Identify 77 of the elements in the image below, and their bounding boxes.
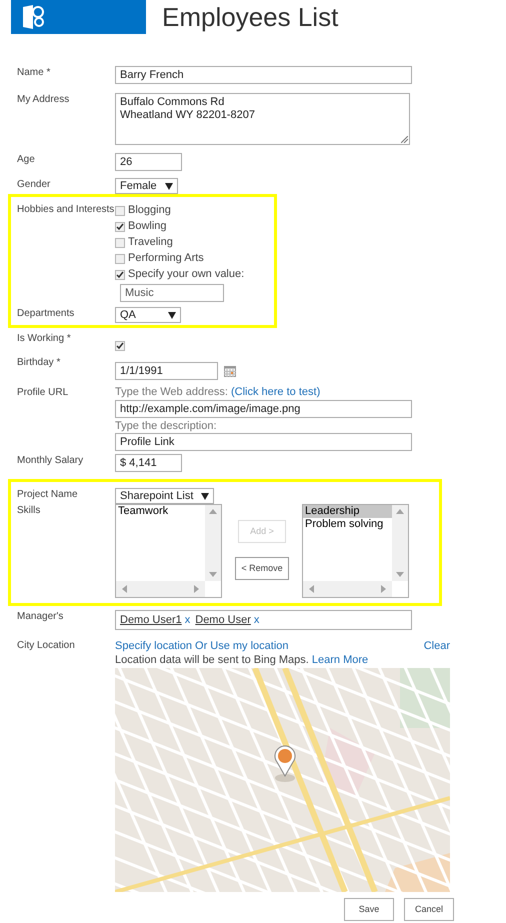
remove-person[interactable]: x: [254, 612, 260, 628]
logo-icon: [23, 3, 45, 31]
field-label: Profile URL: [17, 386, 70, 400]
field-label: Manager's: [17, 610, 64, 624]
save-button[interactable]: Save: [344, 898, 394, 921]
list-option[interactable]: Teamwork: [116, 505, 205, 518]
list-option[interactable]: Leadership: [303, 505, 392, 518]
remove-button[interactable]: < Remove: [235, 557, 289, 580]
list-box[interactable]: Teamwork: [115, 504, 222, 598]
checkbox[interactable]: [115, 206, 125, 216]
number-field[interactable]: 26: [115, 153, 182, 171]
location-notice: Location data will be sent to Bing Maps. Learn More: [115, 653, 370, 667]
checkbox[interactable]: [115, 341, 125, 351]
field-label: Name *: [17, 66, 52, 80]
scroll-right-icon[interactable]: [194, 585, 199, 593]
list-box[interactable]: Leadership Problem solving: [302, 504, 409, 598]
specify-location-link[interactable]: Specify location: [115, 639, 192, 653]
field-label: Departments: [17, 307, 76, 321]
field-label: Gender: [17, 178, 52, 192]
page-title: Employees List: [162, 1, 338, 34]
field-label: Birthday *: [17, 356, 62, 370]
use-location-link[interactable]: Use my location: [210, 639, 289, 653]
scroll-up-icon[interactable]: [396, 509, 404, 514]
checkbox-label: Specify your own value:: [128, 269, 244, 280]
field-label: Project Name: [17, 488, 79, 502]
scroll-up-icon[interactable]: [209, 509, 217, 514]
scrollbar[interactable]: [303, 581, 392, 597]
clear-link[interactable]: Clear: [424, 639, 450, 653]
list-option[interactable]: Problem solving: [303, 518, 392, 531]
resize-grip-icon[interactable]: [401, 136, 408, 143]
dropdown[interactable]: Sharepoint List: [115, 488, 214, 504]
caret-icon: [201, 492, 210, 500]
text-area[interactable]: Buffalo Commons Rd Wheatland WY 82201-8207: [115, 93, 410, 145]
text-field[interactable]: Music: [120, 284, 224, 302]
description-field[interactable]: Profile Link: [115, 433, 412, 451]
checkbox-label: Bowling: [128, 221, 167, 232]
checkbox-label: Blogging: [128, 205, 171, 216]
field-hint: Type the description:: [115, 420, 218, 433]
date-field[interactable]: 1/1/1991: [115, 362, 218, 380]
scroll-down-icon[interactable]: [396, 572, 404, 577]
test-link[interactable]: (Click here to test): [230, 386, 320, 398]
calendar-icon[interactable]: [224, 366, 236, 376]
scrollbar[interactable]: [392, 505, 408, 581]
url-field[interactable]: http://example.com/image/image.png: [115, 400, 412, 418]
field-label: Skills: [17, 504, 42, 518]
checkbox[interactable]: [115, 270, 125, 280]
checkbox-label: Traveling: [128, 237, 173, 248]
checkbox-label: Performing Arts: [128, 253, 204, 264]
checkbox[interactable]: [115, 254, 125, 264]
number-field[interactable]: $ 4,141: [115, 454, 182, 472]
field-label: Hobbies and Interests: [17, 203, 115, 217]
field-label: Age: [17, 153, 36, 167]
caret-icon: [168, 312, 176, 318]
scrollbar[interactable]: [116, 581, 205, 597]
person-name[interactable]: Demo User: [195, 612, 251, 628]
caret-icon: [164, 182, 173, 190]
scroll-left-icon[interactable]: [309, 585, 314, 593]
remove-person[interactable]: x: [184, 612, 190, 628]
people-picker[interactable]: Demo User1 x Demo User x: [115, 610, 412, 630]
checkbox[interactable]: [115, 238, 125, 248]
dropdown[interactable]: Female: [115, 178, 178, 194]
cancel-button[interactable]: Cancel: [404, 898, 454, 921]
person-name[interactable]: Demo User1: [120, 612, 182, 628]
field-label: Monthly Salary: [17, 454, 84, 468]
field-label: Is Working *: [17, 332, 72, 346]
learn-more-link[interactable]: Learn More: [312, 654, 368, 666]
field-hint: Type the Web address: (Click here to test): [115, 386, 322, 399]
field-label: City Location: [17, 639, 76, 653]
scrollbar[interactable]: [205, 505, 221, 581]
text-field[interactable]: Barry French: [115, 66, 412, 84]
dropdown[interactable]: QA: [115, 307, 181, 323]
scroll-down-icon[interactable]: [209, 572, 217, 577]
or-text: Or: [195, 639, 208, 653]
checkbox[interactable]: [115, 222, 125, 232]
scroll-right-icon[interactable]: [381, 585, 386, 593]
field-label: My Address: [17, 93, 70, 107]
scroll-left-icon[interactable]: [122, 585, 127, 593]
